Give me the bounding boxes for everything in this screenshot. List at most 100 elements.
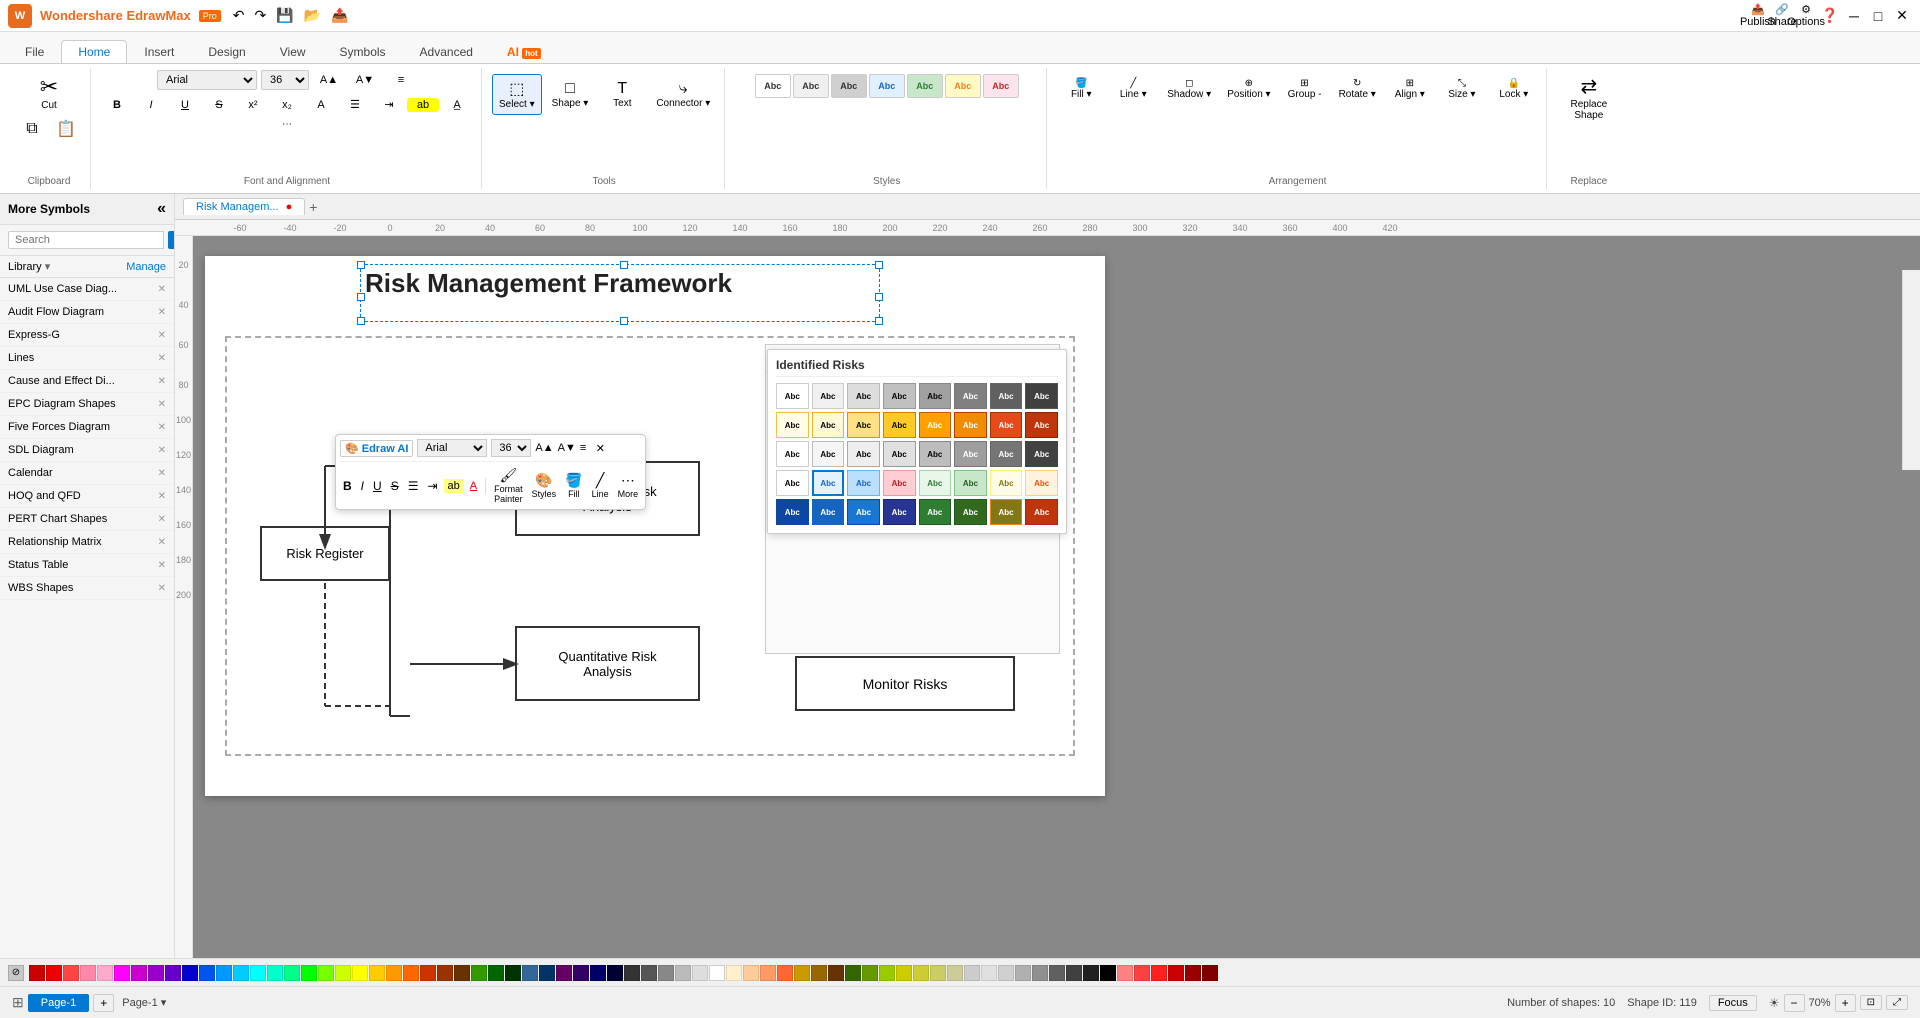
page-tab-1[interactable]: Page-1 [28, 994, 89, 1012]
color-swatch[interactable] [777, 965, 793, 981]
float-strikethrough-button[interactable]: S [388, 478, 402, 494]
color-swatch[interactable] [981, 965, 997, 981]
color-swatch[interactable] [896, 965, 912, 981]
color-swatch[interactable] [1185, 965, 1201, 981]
float-indent-button[interactable]: ⇥ [424, 478, 440, 494]
close-icon[interactable]: ✕ [158, 422, 166, 433]
shadow-button[interactable]: ◻ Shadow ▾ [1161, 74, 1217, 104]
close-icon[interactable]: ✕ [158, 307, 166, 318]
color-swatch[interactable] [335, 965, 351, 981]
swatch-r5c4[interactable]: Abc [883, 499, 916, 525]
style-swatch-7[interactable]: Abc [983, 74, 1019, 98]
shape-button[interactable]: □ Shape ▾ [546, 76, 595, 113]
swatch-r1c3[interactable]: Abc [847, 383, 880, 409]
swatch-r1c8[interactable]: Abc [1025, 383, 1058, 409]
color-swatch[interactable] [1100, 965, 1116, 981]
cut-button[interactable]: ✂ Cut [25, 70, 73, 115]
copy-button[interactable]: ⧉ [16, 118, 48, 140]
focus-button[interactable]: Focus [1709, 995, 1757, 1011]
color-swatch[interactable] [522, 965, 538, 981]
group-button[interactable]: ⊞ Group - [1281, 74, 1329, 104]
swatch-r3c5[interactable]: Abc [919, 441, 952, 467]
swatch-r3c3[interactable]: Abc [847, 441, 880, 467]
zoom-level[interactable]: 70% [1809, 997, 1831, 1009]
risk-register-box[interactable]: Risk Register [260, 526, 390, 581]
diagram-title[interactable]: Risk Management Framework [365, 268, 732, 299]
redo-button[interactable]: ↷ [251, 5, 271, 26]
swatch-r3c8[interactable]: Abc [1025, 441, 1058, 467]
no-fill-swatch[interactable]: ⊘ [8, 965, 24, 981]
close-icon[interactable]: ✕ [158, 330, 166, 341]
swatch-r2c6[interactable]: Abc [954, 412, 987, 438]
subscript-button[interactable]: x₂ [271, 97, 303, 113]
replace-shape-button[interactable]: ⇄ Replace Shape [1564, 70, 1613, 125]
swatch-r4c1[interactable]: Abc [776, 470, 809, 496]
color-swatch[interactable] [1066, 965, 1082, 981]
selection-handle-bm[interactable] [620, 317, 628, 325]
options-button[interactable]: ⚙ Options [1796, 6, 1816, 26]
color-swatch[interactable] [794, 965, 810, 981]
color-swatch[interactable] [114, 965, 130, 981]
color-swatch[interactable] [454, 965, 470, 981]
format-painter-button[interactable]: 🖌 Format Painter [491, 466, 526, 505]
color-swatch[interactable] [1032, 965, 1048, 981]
color-swatch[interactable] [352, 965, 368, 981]
color-swatch[interactable] [573, 965, 589, 981]
fill-button[interactable]: 🪣 Fill ▾ [1057, 74, 1105, 104]
fit-page-button[interactable]: ⊡ [1860, 995, 1882, 1010]
select-button[interactable]: ⬚ Select ▾ [492, 74, 542, 115]
color-swatch[interactable] [80, 965, 96, 981]
swatch-r3c2[interactable]: Abc [812, 441, 845, 467]
manage-button[interactable]: Manage [126, 261, 166, 273]
underline-button[interactable]: U [169, 97, 201, 113]
highlight-button[interactable]: ab [407, 98, 439, 112]
close-icon[interactable]: ✕ [158, 445, 166, 456]
superscript-button[interactable]: x² [237, 97, 269, 113]
paste-button[interactable]: 📋 [50, 117, 82, 141]
sidebar-item-cause[interactable]: Cause and Effect Di... ✕ [0, 370, 174, 393]
sidebar-item-five-forces[interactable]: Five Forces Diagram ✕ [0, 416, 174, 439]
help-button[interactable]: ❓ [1820, 6, 1840, 26]
color-swatch[interactable] [930, 965, 946, 981]
color-swatch[interactable] [1151, 965, 1167, 981]
swatch-r5c8[interactable]: Abc [1025, 499, 1058, 525]
indent-button[interactable]: ⇥ [373, 96, 405, 113]
fullscreen-button[interactable]: ⤢ [1886, 995, 1908, 1010]
close-icon[interactable]: ✕ [158, 583, 166, 594]
search-input[interactable] [8, 231, 164, 249]
color-swatch[interactable] [403, 965, 419, 981]
close-icon[interactable]: ✕ [158, 560, 166, 571]
style-swatch-5[interactable]: Abc [907, 74, 943, 98]
maximize-button[interactable]: □ [1868, 6, 1888, 26]
sidebar-item-relationship[interactable]: Relationship Matrix ✕ [0, 531, 174, 554]
color-swatch[interactable] [607, 965, 623, 981]
color-swatch[interactable] [29, 965, 45, 981]
diagram-canvas[interactable]: Risk Management Framework Risk Register … [205, 256, 1105, 796]
open-button[interactable]: 📂 [300, 5, 325, 26]
color-swatch[interactable] [879, 965, 895, 981]
close-icon[interactable]: ✕ [158, 353, 166, 364]
color-swatch[interactable] [845, 965, 861, 981]
swatch-r1c1[interactable]: Abc [776, 383, 809, 409]
color-swatch[interactable] [726, 965, 742, 981]
float-size-select[interactable]: 36 [491, 439, 531, 457]
swatch-r2c3[interactable]: Abc [847, 412, 880, 438]
float-highlight-button[interactable]: ab [444, 479, 464, 493]
float-fontcolor-button[interactable]: A [467, 479, 480, 493]
color-swatch[interactable] [1202, 965, 1218, 981]
color-swatch[interactable] [318, 965, 334, 981]
font-bg-button[interactable]: A̲ [441, 97, 473, 113]
swatch-r1c6[interactable]: Abc [954, 383, 987, 409]
swatch-r3c6[interactable]: Abc [954, 441, 987, 467]
rotate-button[interactable]: ↻ Rotate ▾ [1333, 74, 1382, 104]
swatch-r4c7[interactable]: Abc [990, 470, 1023, 496]
sidebar-item-express[interactable]: Express-G ✕ [0, 324, 174, 347]
swatch-r4c3[interactable]: Abc [847, 470, 880, 496]
color-swatch[interactable] [811, 965, 827, 981]
list-button[interactable]: ☰ [339, 96, 371, 113]
float-bold-button[interactable]: B [340, 478, 355, 494]
sidebar-item-audit[interactable]: Audit Flow Diagram ✕ [0, 301, 174, 324]
tab-symbols[interactable]: Symbols [323, 40, 403, 63]
line-button[interactable]: ╱ Line ▾ [1109, 74, 1157, 104]
selection-handle-bl[interactable] [357, 317, 365, 325]
